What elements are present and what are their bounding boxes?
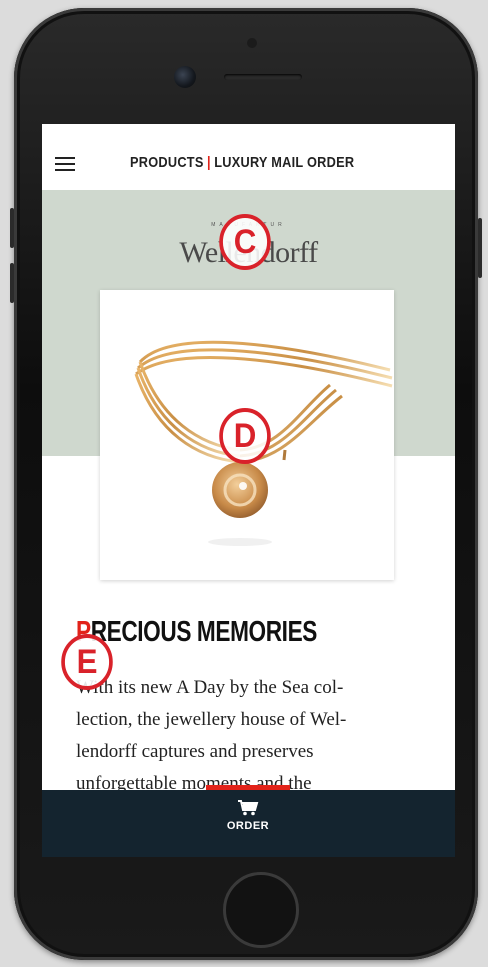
home-button[interactable] (223, 872, 299, 948)
hamburger-icon[interactable] (55, 157, 75, 171)
headline-text: RECIOUS MEMORIES (90, 616, 318, 648)
article-line: lection, the jewellery house of Wel- (76, 709, 347, 730)
annotation-marker-c: C (219, 214, 271, 270)
order-button[interactable]: ORDER (208, 798, 288, 850)
proximity-sensor (247, 38, 257, 48)
article-line: With its new A Day by the Sea col- (76, 677, 344, 698)
volume-down-button (10, 263, 14, 303)
article-headline: PRECIOUS MEMORIES (76, 616, 317, 649)
volume-up-button (10, 208, 14, 248)
power-button (478, 218, 482, 278)
article-body: With its new A Day by the Sea col- lecti… (76, 672, 426, 800)
title-subsection: LUXURY MAIL ORDER (214, 154, 355, 171)
front-camera-icon (174, 66, 196, 88)
annotation-marker-e: E (61, 634, 113, 690)
earpiece-speaker (224, 74, 302, 80)
article-line: lendorff captures and preserves (76, 741, 314, 762)
annotation-marker-d: D (219, 408, 271, 464)
page-title: PRODUCTS | LUXURY MAIL ORDER (130, 154, 354, 171)
title-separator: | (206, 154, 211, 171)
order-label: ORDER (226, 820, 270, 832)
top-bar: PRODUCTS | LUXURY MAIL ORDER (42, 124, 455, 190)
title-section: PRODUCTS (130, 154, 204, 171)
cart-icon (238, 800, 259, 816)
